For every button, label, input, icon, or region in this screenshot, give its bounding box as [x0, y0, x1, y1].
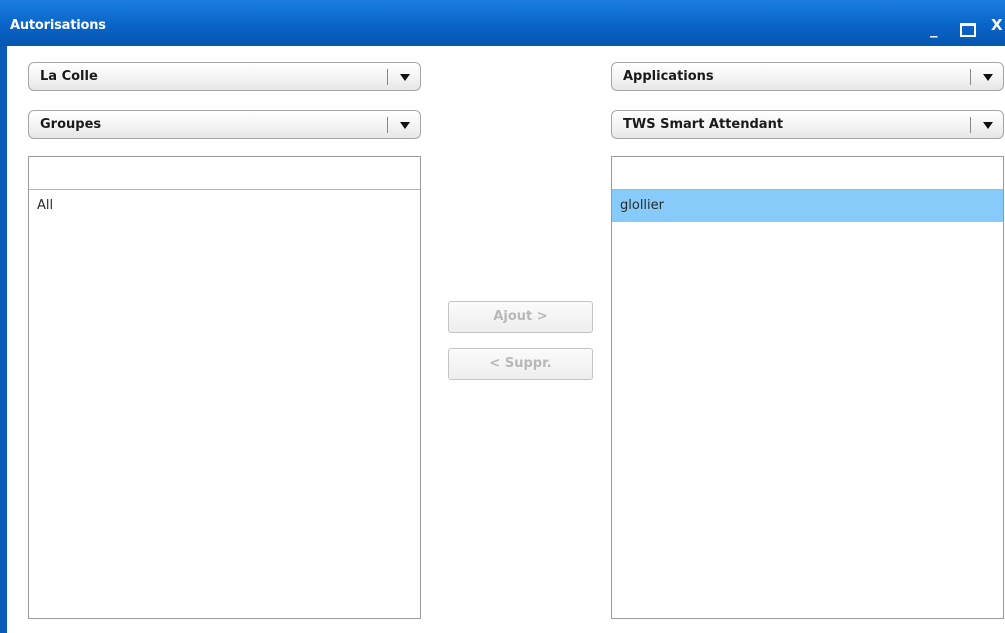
target-list-filter[interactable]	[612, 157, 1003, 190]
chevron-down-icon[interactable]	[983, 74, 993, 81]
maximize-icon[interactable]	[960, 23, 976, 37]
category-select[interactable]: Applications	[611, 62, 1004, 91]
list-item[interactable]: All	[29, 190, 420, 222]
category-select-value: Applications	[623, 69, 714, 84]
site-select[interactable]: La Colle	[28, 62, 421, 91]
application-select-value: TWS Smart Attendant	[623, 117, 784, 132]
combo-separator	[970, 117, 971, 133]
combo-separator	[970, 69, 971, 85]
combo-separator	[387, 117, 388, 133]
type-select-value: Groupes	[40, 117, 102, 132]
type-select[interactable]: Groupes	[28, 110, 421, 139]
remove-button[interactable]: < Suppr.	[448, 348, 593, 380]
chevron-down-icon[interactable]	[400, 74, 410, 81]
title-bar[interactable]: Autorisations _ X	[0, 0, 1005, 46]
chevron-down-icon[interactable]	[400, 122, 410, 129]
source-list[interactable]: All	[28, 156, 421, 619]
application-select[interactable]: TWS Smart Attendant	[611, 110, 1004, 139]
add-button[interactable]: Ajout >	[448, 301, 593, 333]
source-list-filter[interactable]	[29, 157, 420, 190]
autorisations-window: Autorisations _ X La Colle Groupes All A…	[0, 0, 1005, 633]
site-select-value: La Colle	[40, 69, 98, 84]
list-item[interactable]: glollier	[612, 190, 1003, 222]
window-title: Autorisations	[10, 18, 106, 33]
chevron-down-icon[interactable]	[983, 122, 993, 129]
close-icon[interactable]: X	[991, 16, 1003, 34]
combo-separator	[387, 69, 388, 85]
minimize-icon[interactable]: _	[930, 20, 938, 38]
target-list[interactable]: glollier	[611, 156, 1004, 619]
